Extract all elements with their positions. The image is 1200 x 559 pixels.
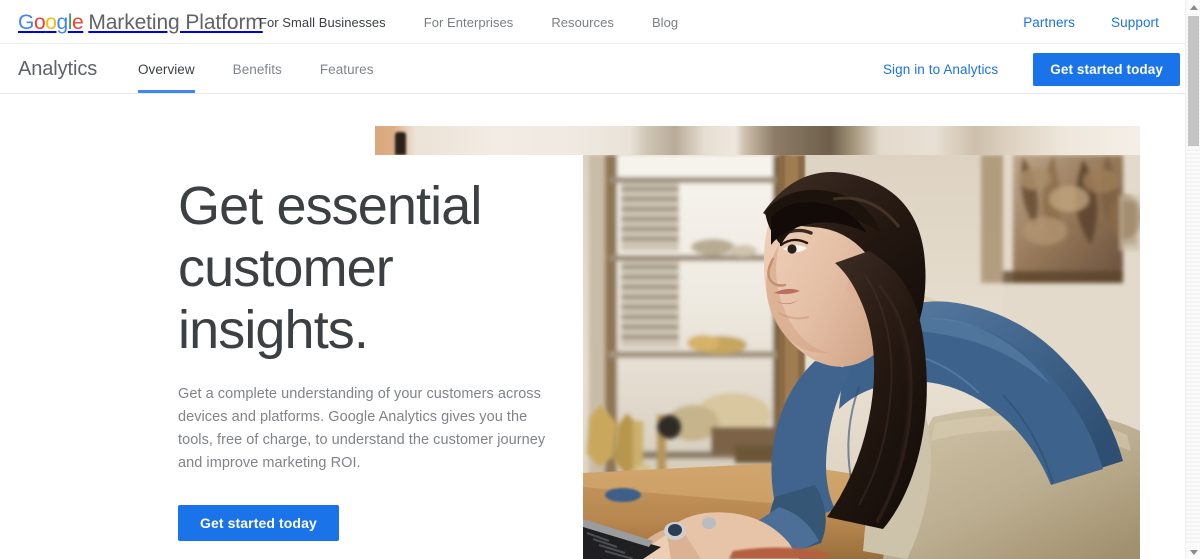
topnav-link-for-enterprises[interactable]: For Enterprises	[424, 15, 514, 30]
logo-letter-o2: o	[45, 10, 57, 34]
scrollbar-thumb[interactable]	[1188, 16, 1199, 146]
nav-get-started-today-button[interactable]: Get started today	[1033, 52, 1180, 86]
product-nav-actions: Sign in to Analytics Get started today	[883, 45, 1180, 93]
triangle-up-icon	[1189, 4, 1198, 10]
browser-viewport: Google Marketing Platform For Small Busi…	[0, 0, 1185, 559]
topnav-link-support[interactable]: Support	[1111, 15, 1159, 30]
hero-photo	[583, 155, 1140, 559]
logo-letter-g2: g	[56, 10, 69, 34]
tab-overview[interactable]: Overview	[138, 45, 195, 93]
topnav-link-partners[interactable]: Partners	[1023, 15, 1075, 30]
hero-section: Get essential customer insights. Get a c…	[0, 95, 1185, 559]
hero-copy-block: Get essential customer insights. Get a c…	[178, 175, 568, 541]
top-navigation-bar: Google Marketing Platform For Small Busi…	[0, 0, 1185, 44]
tab-features[interactable]: Features	[320, 45, 374, 93]
top-nav-links: For Small Businesses For Enterprises Res…	[259, 0, 716, 44]
page-root: Google Marketing Platform For Small Busi…	[0, 0, 1200, 559]
logo-letter-o1: o	[33, 10, 46, 34]
logo-letter-g1: G	[18, 10, 34, 34]
google-wordmark-icon: Google	[18, 10, 84, 34]
hero-band-shadow-detail	[395, 132, 406, 155]
brand-suffix-label: Marketing Platform	[88, 10, 263, 34]
hero-headline: Get essential customer insights.	[178, 176, 482, 360]
hero-subtitle: Get a complete understanding of your cus…	[178, 386, 546, 471]
topnav-link-for-small-businesses[interactable]: For Small Businesses	[259, 15, 386, 30]
vertical-scrollbar[interactable]	[1185, 0, 1200, 559]
scrollbar-up-arrow-button[interactable]	[1186, 0, 1200, 14]
product-navigation-bar: Analytics Overview Benefits Features Sig…	[0, 45, 1185, 94]
tab-benefits[interactable]: Benefits	[233, 45, 282, 93]
scrollbar-down-arrow-button[interactable]	[1186, 545, 1200, 559]
triangle-down-icon	[1189, 549, 1198, 555]
hero-image-top-band	[375, 126, 1140, 155]
top-nav-utility-links: Partners Support	[1023, 0, 1159, 44]
logo-letter-e: e	[72, 10, 84, 34]
topnav-link-resources[interactable]: Resources	[551, 15, 614, 30]
topnav-link-blog[interactable]: Blog	[652, 15, 678, 30]
hero-get-started-today-button[interactable]: Get started today	[178, 505, 339, 541]
google-marketing-platform-logo[interactable]: Google Marketing Platform	[18, 0, 263, 44]
product-tabs: Overview Benefits Features	[138, 45, 412, 93]
hero-band-texture	[375, 126, 1140, 155]
product-title: Analytics	[18, 57, 98, 80]
sign-in-to-analytics-link[interactable]: Sign in to Analytics	[883, 62, 998, 77]
